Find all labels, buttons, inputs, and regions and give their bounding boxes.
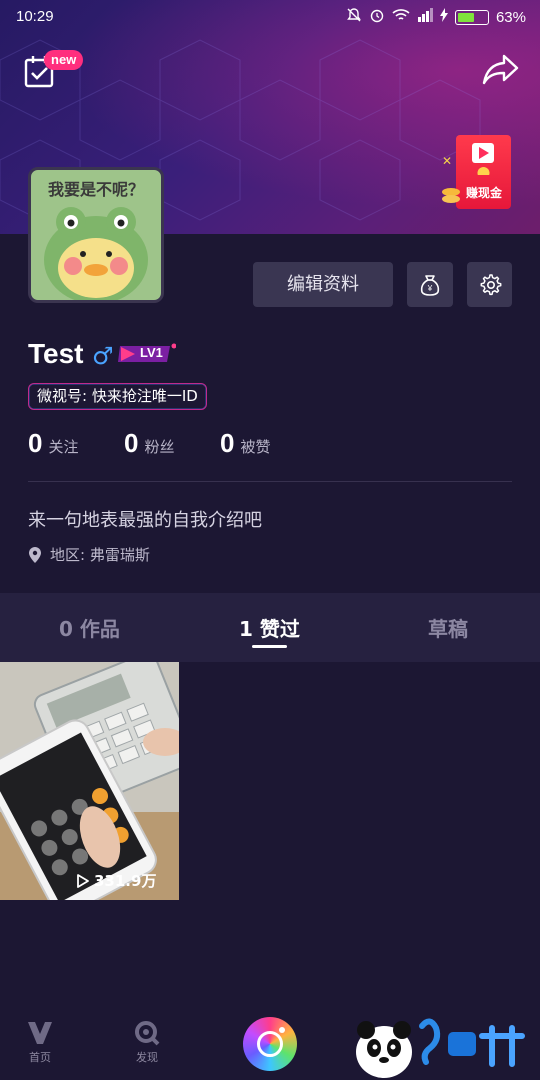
tab-works[interactable]: 0 作品	[59, 613, 120, 642]
view-count: 331.9万	[76, 870, 156, 891]
active-tab-indicator	[252, 645, 287, 648]
camera-lens-icon	[257, 1031, 283, 1057]
nav-discover-label: 发现	[136, 1051, 158, 1064]
divider	[28, 481, 512, 482]
alarm-icon	[369, 7, 385, 27]
battery-fill	[457, 12, 475, 22]
battery-icon	[454, 9, 489, 25]
followers-stat[interactable]: 0 粉丝	[124, 428, 174, 459]
record-camera-button[interactable]	[243, 1017, 297, 1071]
nav-home-label: 首页	[29, 1051, 51, 1064]
likes-stat[interactable]: 0 被赞	[220, 428, 270, 459]
profile-tabs: 0 作品 1 赞过 草稿	[0, 593, 540, 662]
camera-dot	[279, 1027, 285, 1033]
status-time: 10:29	[16, 8, 54, 25]
gear-icon	[480, 273, 501, 295]
watermark-logo	[352, 1014, 538, 1080]
profile-name: Test	[28, 338, 84, 369]
bio-text[interactable]: 来一句地表最强的自我介绍吧	[28, 506, 262, 532]
nav-discover[interactable]: 发现	[122, 1020, 172, 1065]
calculator-video-frame	[0, 662, 179, 900]
share-icon[interactable]	[482, 52, 520, 86]
wifi-icon	[392, 8, 410, 26]
svg-text:¥: ¥	[427, 284, 433, 293]
likes-count: 0	[220, 428, 235, 458]
following-stat[interactable]: 0 关注	[28, 428, 78, 459]
status-bar: 10:29 63%	[0, 0, 540, 34]
signal-icon	[417, 8, 433, 26]
settings-button[interactable]	[467, 262, 512, 307]
duck-frog-illustration	[44, 207, 148, 300]
mute-icon	[346, 7, 362, 27]
level-text: LV1	[140, 345, 163, 360]
earn-cash-label: 赚现金	[465, 186, 502, 200]
avatar[interactable]: 我要是不呢？	[28, 167, 164, 303]
tab-liked[interactable]: 1 赞过	[239, 613, 300, 642]
discover-icon	[135, 1021, 160, 1046]
edit-profile-button[interactable]: 编辑资料	[253, 262, 393, 307]
weishi-id-badge[interactable]: 微视号: 快来抢注唯一ID	[28, 383, 207, 410]
weishi-logo-icon	[28, 1022, 52, 1044]
level-badge: LV1	[118, 343, 177, 365]
region-row: 地区: 弗雷瑞斯	[28, 544, 150, 565]
following-count: 0	[28, 428, 43, 458]
battery-percent: 63%	[495, 8, 526, 26]
play-icon	[77, 873, 89, 888]
region-text: 地区: 弗雷瑞斯	[50, 546, 150, 564]
earn-cash-button[interactable]: 赚现金 ✕	[440, 132, 520, 212]
view-count-text: 331.9万	[94, 872, 157, 890]
location-pin-icon	[29, 546, 41, 563]
following-label: 关注	[48, 438, 79, 456]
new-badge: new	[44, 50, 84, 70]
wallet-button[interactable]: ¥	[407, 262, 453, 307]
nav-home[interactable]: 首页	[15, 1020, 65, 1065]
status-icons: 63%	[346, 7, 526, 27]
male-gender-icon: ♂	[92, 342, 114, 370]
likes-label: 被赞	[240, 438, 271, 456]
coins-icon	[442, 188, 460, 203]
followers-label: 粉丝	[144, 438, 175, 456]
money-bag-icon: ¥	[420, 274, 440, 296]
tab-drafts[interactable]: 草稿	[428, 613, 468, 642]
video-thumbnail[interactable]: 331.9万	[0, 662, 179, 900]
charging-icon	[439, 8, 448, 26]
followers-count: 0	[124, 428, 139, 458]
sparkle-icon: ✕	[442, 154, 453, 168]
